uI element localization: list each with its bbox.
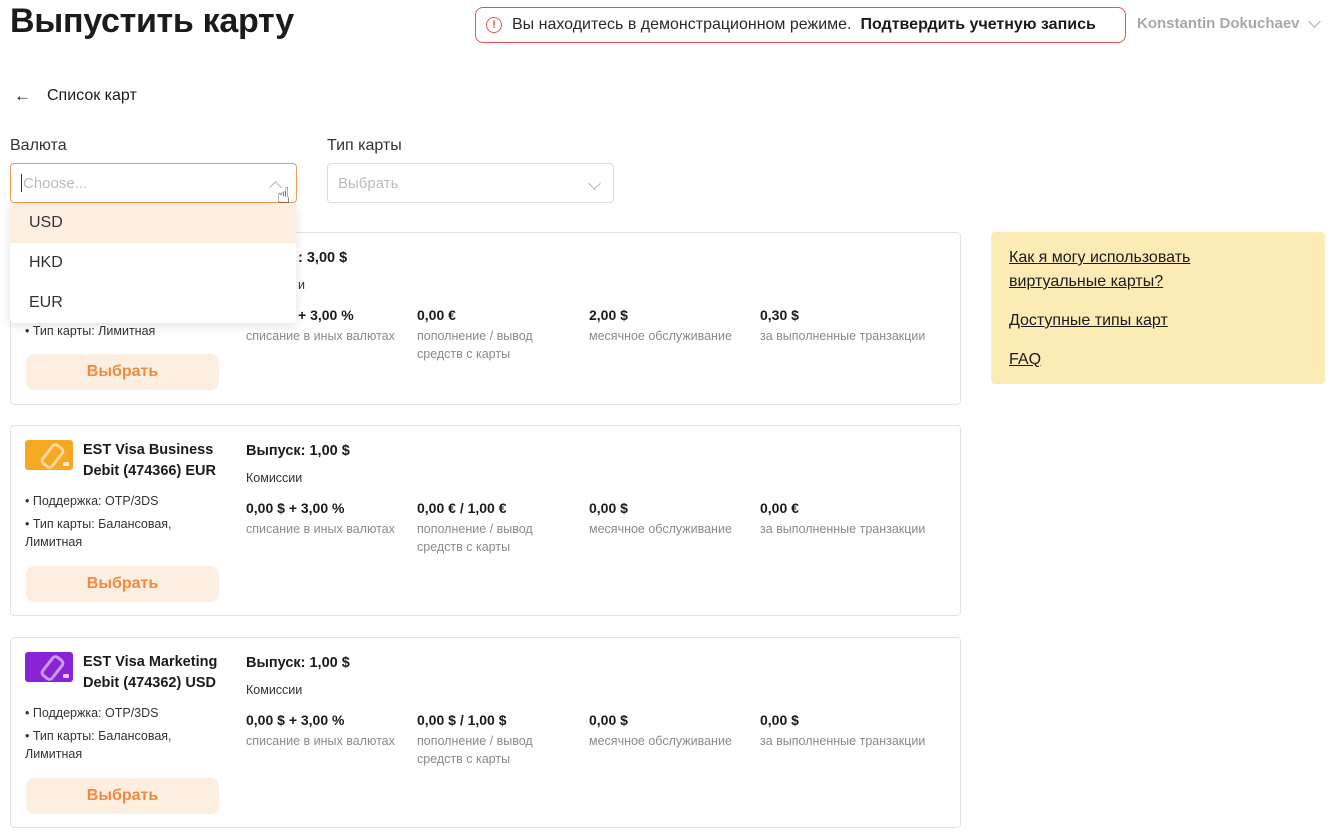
chevron-down-icon <box>1307 14 1321 28</box>
fee-value: 0,00 € / 1,00 € <box>417 500 507 516</box>
fee-value: 0,00 $ <box>589 712 628 728</box>
fee-label: списание в иных валютах <box>246 522 395 536</box>
fee-label: месячное обслуживание <box>589 734 732 748</box>
fee-label: списание в иных валютах <box>246 734 395 748</box>
text-cursor <box>21 174 22 192</box>
fee-label: за выполненные транзакции <box>760 734 926 748</box>
select-card-button[interactable]: Выбрать <box>26 354 219 390</box>
back-to-card-list-link[interactable]: ← Список карт <box>14 86 137 106</box>
page-title: Выпустить карту <box>10 2 294 40</box>
arrow-left-icon: ← <box>14 86 31 105</box>
fee-label: месячное обслуживание <box>589 522 732 536</box>
currency-option-hkd[interactable]: HKD <box>10 243 296 283</box>
select-card-button[interactable]: Выбрать <box>26 778 219 814</box>
card-type-bullet: • Тип карты: Балансовая, Лимитная <box>25 729 172 761</box>
card-support-bullet: • Поддержка: OTP/3DS <box>25 706 159 720</box>
issue-fee: Выпуск: 1,00 $ <box>246 655 350 671</box>
currency-option-usd[interactable]: USD <box>10 203 296 243</box>
fee-value: 0,00 $ + 3,00 % <box>246 712 345 728</box>
card-type-label: Тип карты <box>327 137 402 154</box>
card-thumbnail-icon <box>25 440 73 470</box>
currency-option-eur[interactable]: EUR <box>10 283 296 323</box>
card-name: EST Visa Marketing Debit (474362) USD <box>83 654 218 691</box>
back-link-label: Список карт <box>47 87 137 104</box>
card-type-select[interactable]: Выбрать <box>327 163 614 203</box>
fee-label: за выполненные транзакции <box>760 329 926 343</box>
fee-label: пополнение / вывод средств с карты <box>417 329 533 361</box>
user-menu[interactable]: Konstantin Dokuchaev <box>1137 14 1321 32</box>
card-item: EST Visa Business Debit (474366) EUR • П… <box>10 425 961 616</box>
chevron-down-icon <box>588 177 601 190</box>
card-support-bullet: • Поддержка: OTP/3DS <box>25 494 159 508</box>
alert-circle-icon: ! <box>486 17 502 33</box>
demo-mode-banner: ! Вы находитесь в демонстрационном режим… <box>475 7 1126 43</box>
fee-value: 0,00 € <box>417 307 456 323</box>
fee-value: 0,00 $ / 1,00 $ <box>417 712 507 728</box>
fee-label: месячное обслуживание <box>589 329 732 343</box>
faq-link[interactable]: FAQ <box>1009 348 1269 372</box>
fee-value: + 3,00 % <box>298 307 354 323</box>
commissions-label: Комиссии <box>246 471 303 485</box>
fee-value: 2,00 $ <box>589 307 628 323</box>
commissions-label: и <box>298 278 305 292</box>
fee-label: пополнение / вывод средств с карты <box>417 522 533 554</box>
fee-label: за выполненные транзакции <box>760 522 926 536</box>
currency-select[interactable]: Choose... <box>10 163 297 203</box>
currency-label: Валюта <box>10 137 67 154</box>
help-links-panel: Как я могу использовать виртуальные карт… <box>991 232 1325 384</box>
user-name: Konstantin Dokuchaev <box>1137 15 1300 32</box>
confirm-account-link[interactable]: Подтвердить учетную запись <box>860 16 1095 34</box>
fee-value: 0,30 $ <box>760 307 799 323</box>
issue-fee: : 3,00 $ <box>298 250 348 266</box>
card-thumbnail-icon <box>25 652 73 682</box>
card-item: EST Visa Marketing Debit (474362) USD • … <box>10 637 961 828</box>
available-card-types-link[interactable]: Доступные типы карт <box>1009 309 1269 333</box>
demo-mode-text: Вы находитесь в демонстрационном режиме. <box>512 16 852 33</box>
commissions-label: Комиссии <box>246 683 303 697</box>
card-type-bullet: • Тип карты: Балансовая, Лимитная <box>25 517 172 549</box>
fee-label: списание в иных валютах <box>246 329 395 343</box>
fee-value: 0,00 $ + 3,00 % <box>246 500 345 516</box>
select-card-button[interactable]: Выбрать <box>26 566 219 602</box>
card-type-bullet: • Тип карты: Лимитная <box>25 324 156 338</box>
card-name: EST Visa Business Debit (474366) EUR <box>83 442 216 479</box>
fee-value: 0,00 € <box>760 500 799 516</box>
currency-dropdown: USD HKD EUR <box>10 203 296 323</box>
card-type-placeholder: Выбрать <box>338 174 399 192</box>
fee-value: 0,00 $ <box>760 712 799 728</box>
issue-fee: Выпуск: 1,00 $ <box>246 443 350 459</box>
fee-label: пополнение / вывод средств с карты <box>417 734 533 766</box>
currency-placeholder: Choose... <box>23 174 88 192</box>
how-to-use-virtual-cards-link[interactable]: Как я могу использовать виртуальные карт… <box>1009 246 1269 294</box>
fee-value: 0,00 $ <box>589 500 628 516</box>
